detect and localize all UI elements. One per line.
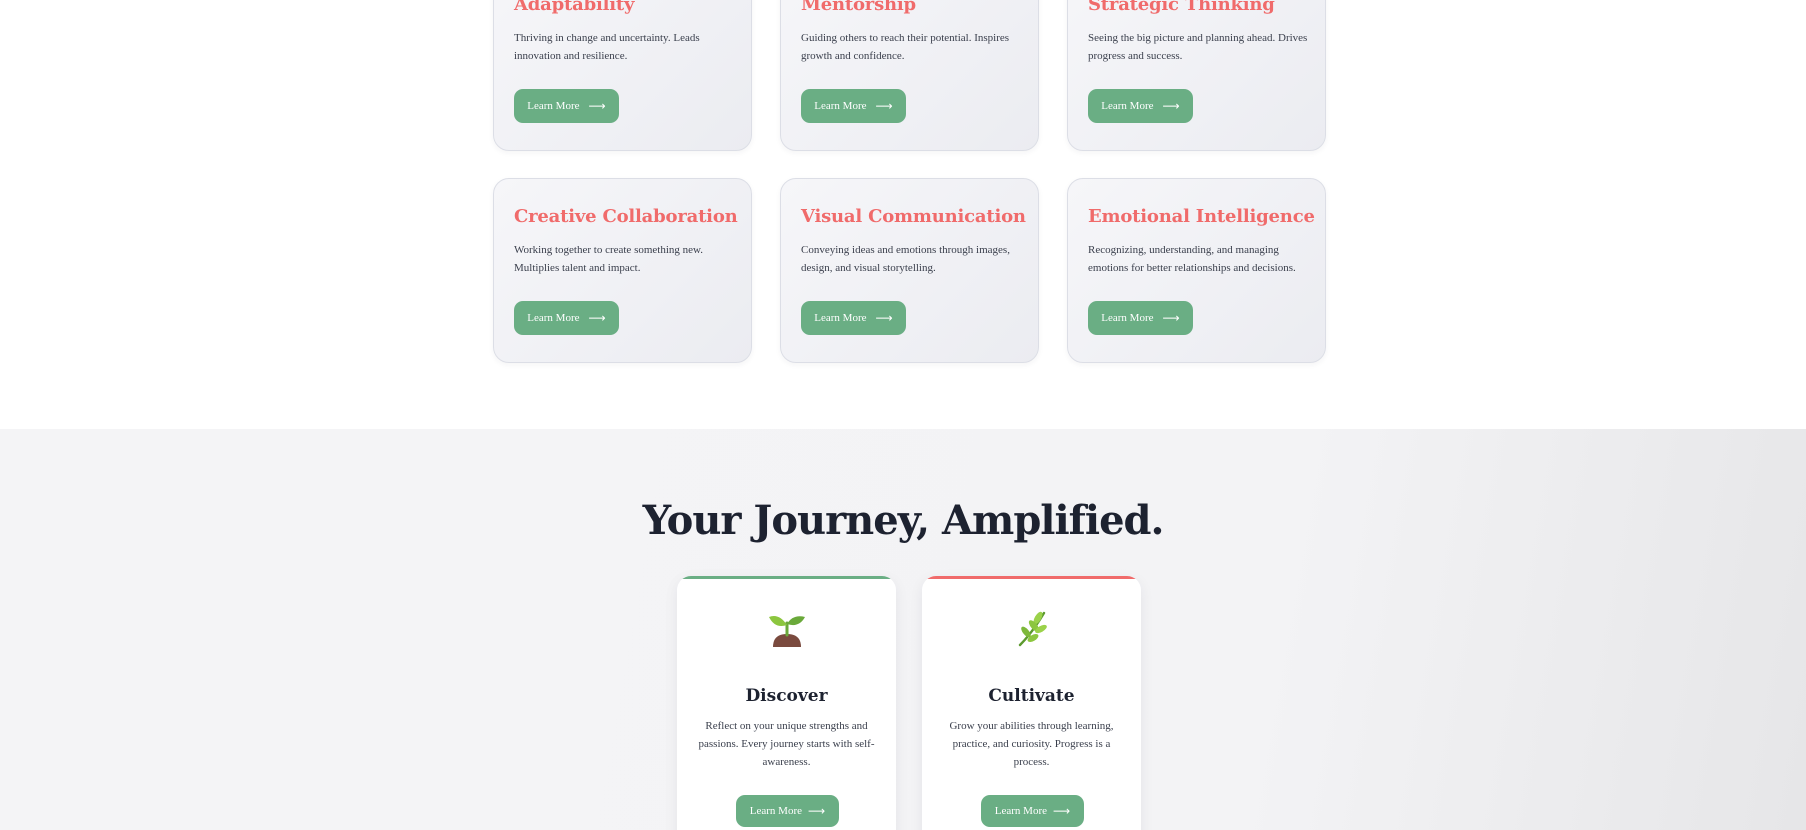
- skill-card-adaptability: Adaptability Thriving in change and unce…: [493, 0, 752, 151]
- arrow-right-icon: ⟶: [1053, 804, 1071, 818]
- learn-more-label: Learn More: [749, 805, 803, 817]
- arrow-right-icon: ⟶: [808, 804, 826, 818]
- learn-more-button[interactable]: Learn More ⟶: [736, 795, 839, 827]
- skills-section: Adaptability Thriving in change and unce…: [0, 0, 1806, 429]
- skill-title: Visual Communication: [801, 206, 1026, 227]
- arrow-right-icon: ⟶: [588, 99, 606, 113]
- journey-heading: Your Journey, Amplified.: [642, 497, 1165, 544]
- skill-card-emotional-intelligence: Emotional Intelligence Recognizing, unde…: [1067, 178, 1326, 363]
- learn-more-button[interactable]: Learn More ⟶: [801, 89, 906, 123]
- learn-more-label: Learn More: [994, 805, 1048, 817]
- learn-more-label: Learn More: [527, 100, 580, 112]
- skill-title: Emotional Intelligence: [1088, 206, 1315, 227]
- skill-card-strategic-thinking: Strategic Thinking Seeing the big pictur…: [1067, 0, 1326, 151]
- learn-more-button[interactable]: Learn More ⟶: [514, 89, 619, 123]
- learn-more-button[interactable]: Learn More ⟶: [514, 301, 619, 335]
- learn-more-label: Learn More: [1101, 312, 1154, 324]
- journey-card-description: Grow your abilities through learning, pr…: [949, 720, 1114, 768]
- skill-description: Recognizing, understanding, and managing…: [1088, 244, 1296, 274]
- learn-more-button[interactable]: Learn More ⟶: [801, 301, 906, 335]
- skill-description: Guiding others to reach their potential.…: [801, 32, 1010, 62]
- skill-description: Thriving in change and uncertainty. Lead…: [514, 32, 700, 62]
- card-accent-bar: [922, 576, 1141, 579]
- arrow-right-icon: ⟶: [588, 311, 606, 325]
- skill-card-visual-communication: Visual Communication Conveying ideas and…: [780, 178, 1039, 363]
- journey-card-description: Reflect on your unique strengths and pas…: [698, 720, 875, 768]
- skill-description: Seeing the big picture and planning ahea…: [1088, 32, 1308, 62]
- journey-card-discover: Discover Reflect on your unique strength…: [677, 576, 896, 830]
- skill-description: Working together to create something new…: [514, 244, 704, 274]
- skill-title: Creative Collaboration: [514, 206, 738, 227]
- journey-card-title: Discover: [745, 686, 828, 706]
- journey-card-cultivate: Cultivate Grow your abilities through le…: [922, 576, 1141, 830]
- journey-card-title: Cultivate: [988, 686, 1075, 706]
- learn-more-button[interactable]: Learn More ⟶: [1088, 89, 1193, 123]
- seedling-icon: [677, 609, 896, 649]
- learn-more-label: Learn More: [527, 312, 580, 324]
- learn-more-button[interactable]: Learn More ⟶: [1088, 301, 1193, 335]
- learn-more-label: Learn More: [814, 312, 867, 324]
- arrow-right-icon: ⟶: [1162, 311, 1180, 325]
- card-accent-bar: [677, 576, 896, 579]
- learn-more-button[interactable]: Learn More ⟶: [981, 795, 1084, 827]
- skill-card-creative-collaboration: Creative Collaboration Working together …: [493, 178, 752, 363]
- herb-icon: [922, 609, 1141, 649]
- learn-more-label: Learn More: [1101, 100, 1154, 112]
- skill-description: Conveying ideas and emotions through ima…: [801, 244, 1010, 274]
- arrow-right-icon: ⟶: [1162, 99, 1180, 113]
- skill-card-mentorship: Mentorship Guiding others to reach their…: [780, 0, 1039, 151]
- skill-title: Strategic Thinking: [1088, 0, 1275, 15]
- skill-title: Adaptability: [514, 0, 635, 15]
- arrow-right-icon: ⟶: [875, 311, 893, 325]
- arrow-right-icon: ⟶: [875, 99, 893, 113]
- journey-section: Your Journey, Amplified. Discover Reflec…: [0, 429, 1806, 830]
- skill-title: Mentorship: [801, 0, 916, 15]
- learn-more-label: Learn More: [814, 100, 867, 112]
